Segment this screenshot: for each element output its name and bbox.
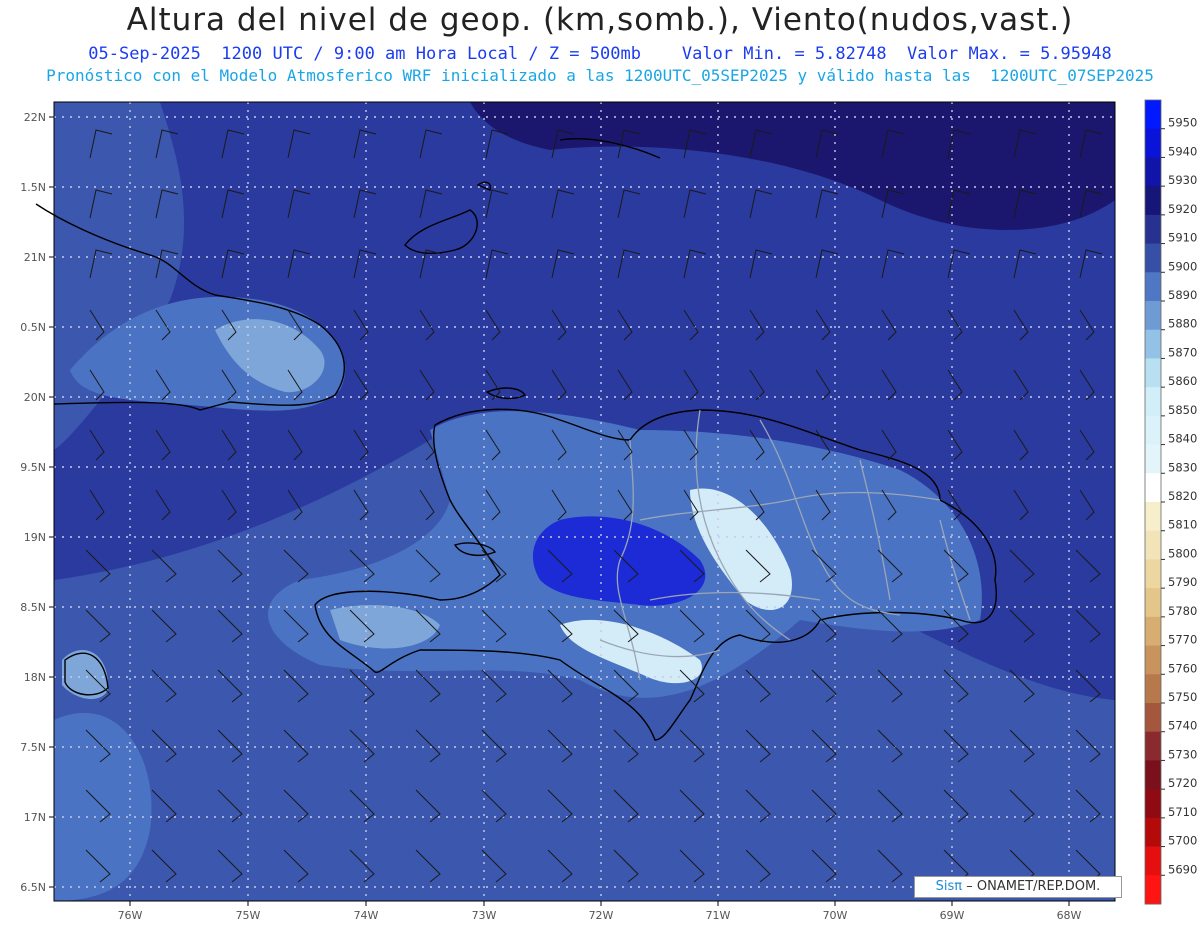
colorbar-swatch <box>1145 616 1161 647</box>
colorbar-label: 5890 <box>1168 288 1197 302</box>
colorbar-swatch <box>1145 128 1161 158</box>
colorbar-label: 5940 <box>1168 144 1197 158</box>
colorbar-swatch <box>1145 214 1161 245</box>
colorbar-label: 5800 <box>1168 546 1197 560</box>
colorbar-swatch <box>1145 301 1161 331</box>
colorbar-label: 5770 <box>1168 633 1197 647</box>
lat-label: 17N <box>24 811 46 824</box>
colorbar-label: 5750 <box>1168 690 1197 704</box>
colorbar-swatch <box>1145 100 1161 130</box>
colorbar-label: 5760 <box>1168 661 1197 675</box>
colorbar-swatch <box>1145 789 1161 819</box>
colorbar-swatch <box>1145 415 1161 446</box>
lat-label: 8.5N <box>20 601 46 614</box>
lat-label: 22N <box>24 111 46 124</box>
lon-label: 69W <box>940 909 965 922</box>
colorbar-label: 5710 <box>1168 805 1197 819</box>
lat-label: 20N <box>24 391 46 404</box>
colorbar-label: 5780 <box>1168 604 1197 618</box>
colorbar-label: 5730 <box>1168 747 1197 761</box>
lat-label: 0.5N <box>20 321 46 334</box>
colorbar-swatch <box>1145 588 1161 618</box>
colorbar-swatch <box>1145 645 1161 675</box>
colorbar-label: 5910 <box>1168 231 1197 245</box>
lon-label: 76W <box>118 909 143 922</box>
colorbar-swatch <box>1145 243 1161 273</box>
sispi-logo: Sisπ <box>935 879 963 894</box>
colorbar: 5950 5940 5930 5920 5910 5900 5890 5880 5870 5860… <box>1144 99 1197 905</box>
colorbar-label: 5830 <box>1168 460 1197 474</box>
colorbar-label: 5740 <box>1168 719 1197 733</box>
colorbar-label: 5870 <box>1168 345 1197 359</box>
latitude-labels: 22N 1.5N 21N 0.5N 20N 9.5N 19N 8.5N 18N 7.5N 17N 6.… <box>20 111 46 894</box>
colorbar-swatch <box>1145 559 1161 589</box>
lat-label: 6.5N <box>20 881 46 894</box>
colorbar-swatch <box>1145 703 1161 733</box>
colorbar-label: 5920 <box>1168 202 1197 216</box>
lon-label: 73W <box>472 909 497 922</box>
lon-label: 75W <box>236 909 261 922</box>
lat-label: 19N <box>24 531 46 544</box>
lon-label: 68W <box>1057 909 1082 922</box>
colorbar-swatch <box>1145 875 1161 905</box>
colorbar-label: 5720 <box>1168 776 1197 790</box>
colorbar-swatch <box>1145 502 1161 532</box>
colorbar-swatch <box>1145 817 1161 848</box>
colorbar-swatch <box>1145 358 1161 388</box>
colorbar-label: 5850 <box>1168 403 1197 417</box>
lat-label: 1.5N <box>20 181 46 194</box>
colorbar-swatch <box>1145 186 1161 216</box>
lat-label: 7.5N <box>20 741 46 754</box>
geopotential-wind-map: 22N 1.5N 21N 0.5N 20N 9.5N 19N 8.5N 18N 7.5N 17N 6.… <box>20 99 1197 922</box>
colorbar-label: 5880 <box>1168 317 1197 331</box>
colorbar-label: 5690 <box>1168 862 1197 876</box>
colorbar-label: 5810 <box>1168 518 1197 532</box>
lat-label: 9.5N <box>20 461 46 474</box>
credit-text: – ONAMET/REP.DOM. <box>966 879 1101 894</box>
colorbar-swatch <box>1145 530 1161 560</box>
colorbar-swatch <box>1145 731 1161 761</box>
longitude-labels: 76W 75W 74W 73W 72W 71W 70W 69W 68W <box>118 909 1082 922</box>
colorbar-label: 5700 <box>1168 834 1197 848</box>
lon-label: 70W <box>823 909 848 922</box>
colorbar-label: 5790 <box>1168 575 1197 589</box>
colorbar-label: 5820 <box>1168 489 1197 503</box>
colorbar-label: 5860 <box>1168 374 1197 388</box>
colorbar-label: 5950 <box>1168 116 1197 130</box>
colorbar-swatch <box>1145 674 1161 704</box>
colorbar-swatch <box>1145 329 1161 359</box>
lon-label: 71W <box>706 909 731 922</box>
lat-label: 21N <box>24 251 46 264</box>
colorbar-swatch <box>1145 157 1161 187</box>
colorbar-swatch <box>1145 760 1161 790</box>
colorbar-swatch <box>1145 444 1161 474</box>
colorbar-swatch <box>1145 272 1161 302</box>
credit-box: Sisπ – ONAMET/REP.DOM. <box>914 876 1122 898</box>
lon-label: 74W <box>354 909 379 922</box>
colorbar-swatch <box>1145 473 1161 503</box>
lat-label: 18N <box>24 671 46 684</box>
colorbar-label: 5930 <box>1168 173 1197 187</box>
colorbar-swatch <box>1145 846 1161 876</box>
colorbar-swatch <box>1145 387 1161 417</box>
lon-label: 72W <box>589 909 614 922</box>
colorbar-label: 5900 <box>1168 259 1197 273</box>
colorbar-label: 5840 <box>1168 432 1197 446</box>
